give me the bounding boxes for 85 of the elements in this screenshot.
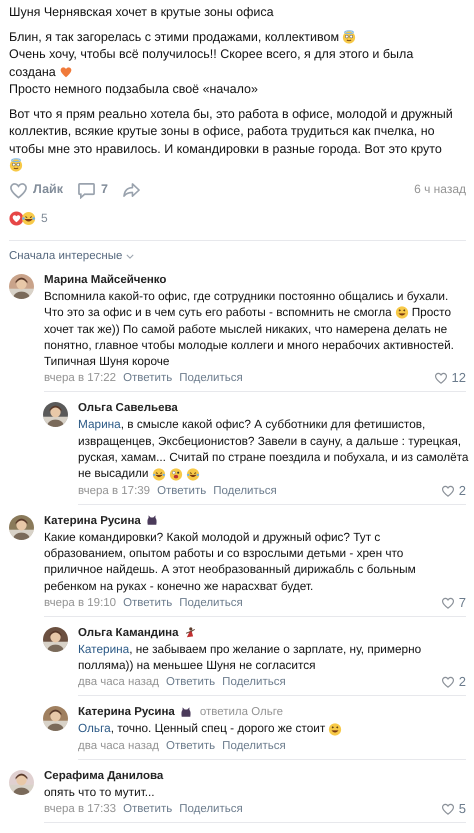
- share-link[interactable]: Поделиться: [213, 482, 277, 499]
- reply-link[interactable]: Ответить: [123, 370, 172, 386]
- author-name[interactable]: Марина Майсейченко: [44, 272, 166, 288]
- laughing-face-icon: [152, 466, 166, 481]
- comment-text: опять что то мутит...: [44, 784, 155, 800]
- comment-time: вчера в 17:39: [78, 484, 150, 499]
- reply-link[interactable]: Ответить: [166, 674, 216, 690]
- comment-text: извращенцев, Эксбеционистов? Завели в сауну, а дальше : турецкая,: [78, 432, 462, 450]
- author-name[interactable]: Катерина Русина: [44, 512, 141, 529]
- mention-link[interactable]: Катерина: [78, 640, 130, 658]
- reply-link[interactable]: Ответить: [157, 482, 206, 499]
- comment-time: вчера в 17:33: [44, 802, 116, 818]
- comment-text: , точно. Ценный спец - дорого же стоит: [110, 720, 326, 737]
- comment-text: , в смысле какой офис? А субботники для фетишистов,: [120, 416, 426, 433]
- comment-time: вчера в 17:22: [44, 371, 116, 386]
- post-text: коллектив, всякие крутые зоны в офисе, работа трудиться как пчелка, но: [9, 123, 435, 140]
- post-time: 6 ч назад: [414, 181, 466, 198]
- comment-text: Что это за офис и в чем суть его работы - вспомнить не смогла: [44, 304, 392, 321]
- like-icon[interactable]: [434, 372, 448, 384]
- comments-button[interactable]: 7: [76, 181, 108, 199]
- post-title: Шуня Чернявская хочет в крутые зоны офиса: [9, 4, 275, 21]
- comment-text: понятно, главное чтобы молодые коллеги и много нерабочих активностей.: [44, 336, 454, 354]
- grinning-face-icon: [328, 722, 342, 736]
- author-name[interactable]: Серафима Данилова: [44, 768, 164, 784]
- like-icon[interactable]: [440, 596, 455, 609]
- sort-dropdown[interactable]: Сначала интересные: [9, 248, 134, 265]
- comment-text: Вспомнила какой-то офис, где сотрудники постоянно общались и бухали.: [44, 288, 448, 304]
- share-link[interactable]: Поделиться: [222, 674, 286, 690]
- dancer-icon: [184, 627, 196, 638]
- mention-link[interactable]: Ольга: [78, 720, 111, 737]
- like-button[interactable]: Лайк: [9, 181, 63, 199]
- winking-face-icon: [168, 466, 183, 481]
- like-count: 7: [458, 594, 466, 611]
- laughing-face-icon: [186, 466, 200, 481]
- post-text: создана: [9, 64, 56, 80]
- comment-icon: [76, 182, 96, 198]
- comment-text: Типичная Шуня короче: [44, 353, 170, 370]
- halo-smiley-icon: [9, 158, 23, 172]
- like-count: 12: [452, 370, 466, 386]
- share-link[interactable]: Поделиться: [179, 370, 243, 386]
- author-name[interactable]: Катерина Русина: [78, 704, 175, 720]
- reaction-count: 5: [41, 210, 48, 227]
- comment-time: вчера в 19:10: [44, 596, 116, 611]
- like-icon[interactable]: [440, 676, 455, 688]
- halo-smiley-icon: [342, 30, 356, 44]
- post-text: Блин, я так загорелась с этими продажами, коллективом: [9, 28, 340, 46]
- reactions-icon: [9, 211, 37, 226]
- reply-link[interactable]: Ответить: [123, 594, 172, 611]
- heart-icon: [9, 182, 28, 198]
- comment-text: не высадили: [78, 465, 149, 482]
- reply-link[interactable]: Ответить: [166, 738, 216, 754]
- reply-link[interactable]: Ответить: [123, 801, 172, 818]
- comment-text: хочет так же)) По самой работе мыслей никаких, что намерена делать не: [44, 320, 448, 337]
- share-link[interactable]: Поделиться: [179, 594, 243, 611]
- comment-time: два часа назад: [78, 738, 160, 754]
- like-count: 2: [458, 674, 466, 690]
- author-name[interactable]: Ольга Камандина: [78, 624, 179, 641]
- comment-text: приличное найдешь. А этот необразованный дирижабль с больным: [44, 561, 416, 578]
- comment-text: ребенком на руках - конечно же нарасхват будет.: [44, 578, 314, 594]
- cat-icon: [180, 706, 192, 718]
- post-text: Вот что я прям реально хотела бы, это работа в офисе, молодой и дружный: [9, 106, 453, 123]
- comment-text: образованием, опытом работы и со взрослыми детьми - хрен что: [44, 544, 404, 562]
- comment-text: поллямa)) на меньшее Шуня не согласится: [78, 657, 316, 674]
- comment-text: Просто: [412, 304, 452, 321]
- author-name[interactable]: Ольга Савельева: [78, 400, 178, 416]
- like-icon[interactable]: [440, 484, 455, 497]
- like-count: 2: [458, 482, 466, 499]
- post-text: Очень хочу, чтобы всё получилось!! Скорее всего, я для этого и была: [9, 46, 414, 63]
- share-icon[interactable]: [122, 182, 141, 198]
- like-icon[interactable]: [440, 803, 455, 816]
- comment-text: Какие командировки? Какой молодой и дружный офис? Тут с: [44, 528, 380, 545]
- share-link[interactable]: Поделиться: [179, 801, 243, 818]
- like-count: 5: [458, 801, 466, 818]
- caret-icon: [126, 254, 134, 259]
- comment-text: руская, хамам... Считай по стране поездила и побухала, и из самолёта: [78, 449, 468, 466]
- post-text: Просто немного подзабыла своё «начало»: [9, 81, 258, 98]
- share-link[interactable]: Поделиться: [222, 738, 286, 754]
- post-text: чтобы мне это нравилось. И командировки в разные города. Вот это круто: [9, 140, 442, 158]
- cat-icon: [146, 515, 158, 526]
- comment-text: , не забываем про желание о зарплате, ну, примерно: [129, 640, 422, 658]
- grinning-face-icon: [394, 305, 409, 320]
- reply-target[interactable]: ответила Ольге: [200, 704, 284, 720]
- mention-link[interactable]: Марина: [78, 416, 121, 433]
- heart-icon: [58, 65, 73, 80]
- comment-time: два часа назад: [78, 675, 160, 690]
